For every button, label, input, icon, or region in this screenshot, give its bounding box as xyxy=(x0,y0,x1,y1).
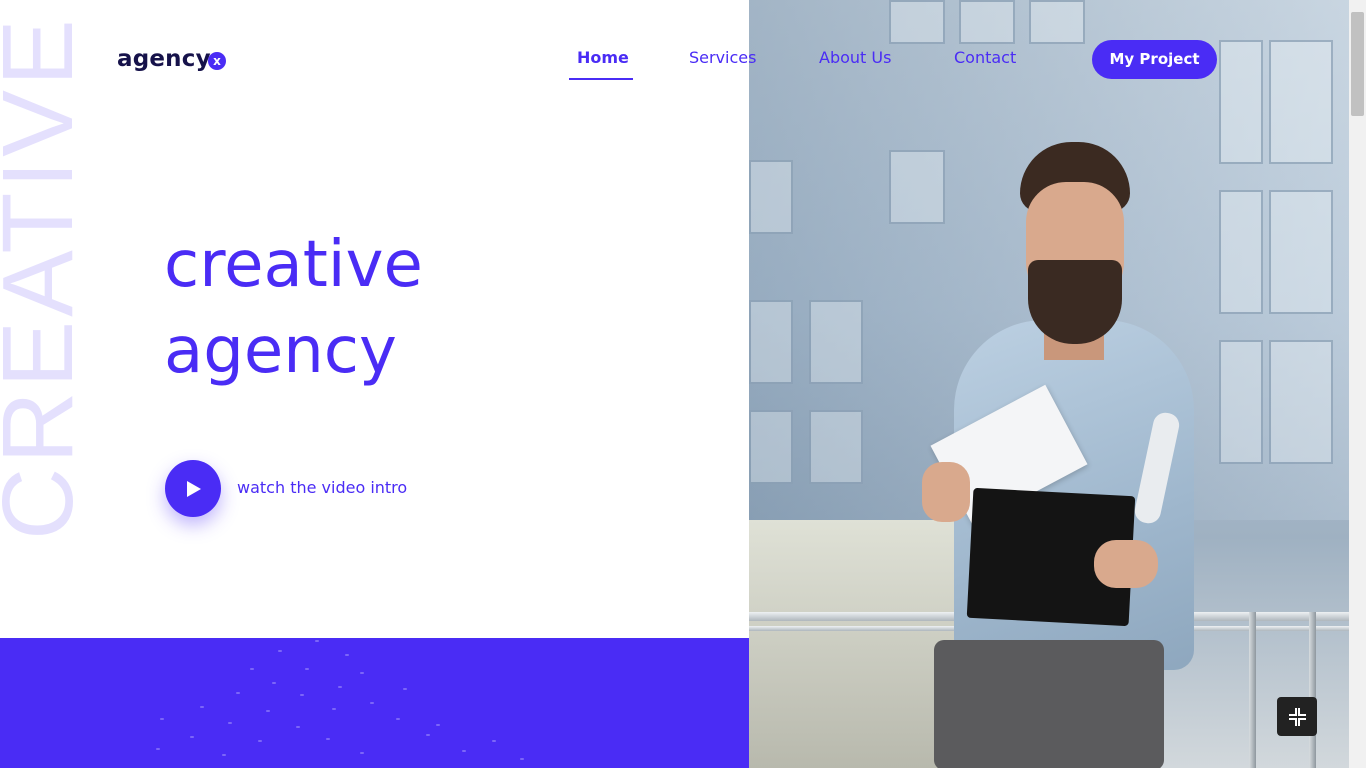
hero-headline: creative agency xyxy=(164,222,423,394)
nav-contact[interactable]: Contact xyxy=(954,48,1016,67)
hero-headline-line1: creative xyxy=(164,228,423,302)
x-badge-icon: x xyxy=(208,52,226,70)
hero-headline-line2: agency xyxy=(164,314,397,388)
brand-logo[interactable]: agency xyxy=(117,46,211,72)
nav-services[interactable]: Services xyxy=(689,48,756,67)
play-icon[interactable] xyxy=(165,460,221,517)
nav-home[interactable]: Home xyxy=(577,48,629,67)
exit-fullscreen-icon[interactable] xyxy=(1277,697,1317,736)
nav-active-underline xyxy=(569,78,633,80)
businessman-figure xyxy=(894,140,1234,768)
vertical-watermark-text: CREATIVE xyxy=(0,15,94,540)
nav-about-us[interactable]: About Us xyxy=(819,48,891,67)
my-project-button[interactable]: My Project xyxy=(1092,40,1217,79)
watch-video-link[interactable]: watch the video intro xyxy=(237,478,407,497)
hero-photo xyxy=(749,0,1349,768)
scrollbar-thumb[interactable] xyxy=(1351,12,1364,116)
accent-band xyxy=(0,638,749,768)
